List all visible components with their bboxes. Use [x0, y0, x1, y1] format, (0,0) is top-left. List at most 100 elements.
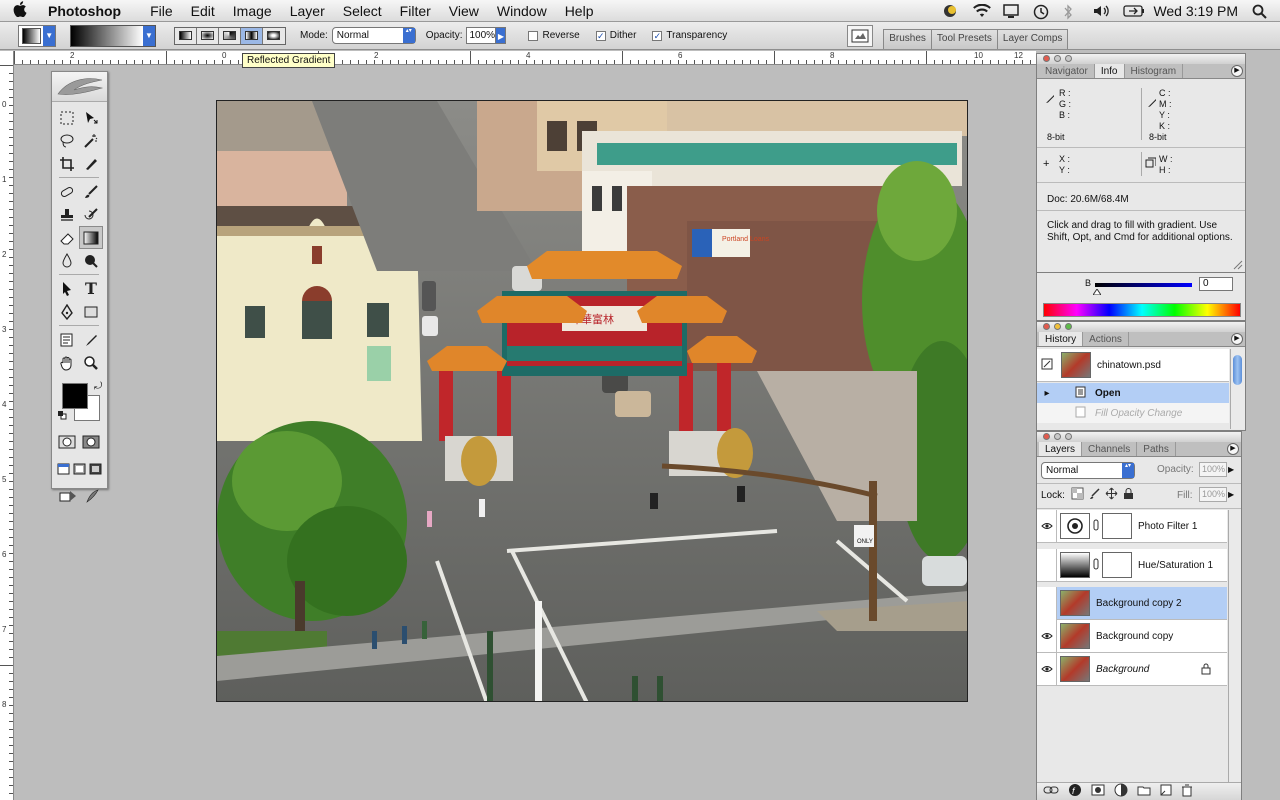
slider-arrow-icon[interactable]: ▶ — [1228, 462, 1234, 477]
reverse-checkbox[interactable]: Reverse — [528, 30, 580, 41]
tab-layer-comps[interactable]: Layer Comps — [996, 29, 1069, 49]
radial-gradient-button[interactable] — [197, 27, 219, 44]
lasso-tool-icon[interactable] — [55, 129, 79, 152]
brush-tool-icon[interactable] — [79, 180, 103, 203]
fill-field[interactable]: 100% — [1199, 487, 1227, 502]
tab-info[interactable]: Info — [1094, 64, 1125, 78]
notes-tool-icon[interactable] — [55, 328, 79, 351]
default-colors-icon[interactable] — [58, 411, 67, 420]
time-machine-icon[interactable] — [1033, 4, 1049, 20]
channel-value-field[interactable]: 0 — [1199, 277, 1233, 291]
minimize-icon[interactable] — [1054, 55, 1061, 62]
eye-icon[interactable] — [1037, 652, 1057, 686]
move-tool-icon[interactable] — [79, 106, 103, 129]
path-selection-tool-icon[interactable] — [55, 277, 79, 300]
layer-row[interactable]: Background copy 2 — [1037, 586, 1227, 620]
menu-edit[interactable]: Edit — [182, 3, 224, 19]
dodge-tool-icon[interactable] — [79, 249, 103, 272]
history-snapshot[interactable]: chinatown.psd — [1037, 349, 1229, 382]
crop-tool-icon[interactable] — [55, 152, 79, 175]
close-icon[interactable] — [1043, 55, 1050, 62]
gradient-tool-icon[interactable] — [79, 226, 103, 249]
zoom-icon[interactable] — [1065, 55, 1072, 62]
menu-help[interactable]: Help — [556, 3, 603, 19]
minimize-icon[interactable] — [1054, 323, 1061, 330]
feather-button-icon[interactable] — [82, 484, 101, 507]
lock-position-icon[interactable] — [1105, 487, 1118, 503]
menu-filter[interactable]: Filter — [391, 3, 440, 19]
menu-layer[interactable]: Layer — [281, 3, 334, 19]
full-screen-menu-mode-icon[interactable] — [72, 457, 86, 480]
tab-histogram[interactable]: Histogram — [1125, 64, 1184, 78]
palette-well-toggle[interactable] — [847, 24, 874, 47]
history-brush-tool-icon[interactable] — [79, 203, 103, 226]
standard-mode-icon[interactable] — [55, 430, 79, 453]
volume-icon[interactable] — [1093, 4, 1110, 18]
tab-navigator[interactable]: Navigator — [1039, 64, 1095, 78]
standard-screen-mode-icon[interactable] — [56, 457, 70, 480]
menubar-clock[interactable]: Wed 3:19 PM — [1153, 3, 1238, 19]
swap-colors-icon[interactable]: ⤾ — [94, 381, 102, 392]
minimize-icon[interactable] — [1054, 433, 1061, 440]
chain-link-icon[interactable] — [1093, 519, 1099, 534]
document-canvas[interactable]: Portland Loans 埠華富林 ONLY — [216, 100, 968, 702]
slider-thumb-icon[interactable] — [1092, 287, 1102, 298]
chain-link-icon[interactable] — [1093, 558, 1099, 573]
tab-channels[interactable]: Channels — [1082, 442, 1138, 456]
resize-grip-icon[interactable] — [1233, 260, 1243, 270]
healing-brush-tool-icon[interactable] — [55, 180, 79, 203]
marquee-tool-icon[interactable] — [55, 106, 79, 129]
channel-slider-track[interactable] — [1095, 283, 1192, 287]
menu-image[interactable]: Image — [224, 3, 281, 19]
slice-tool-icon[interactable] — [79, 152, 103, 175]
toolbox-header[interactable] — [52, 72, 107, 102]
menu-window[interactable]: Window — [488, 3, 556, 19]
angle-gradient-button[interactable] — [219, 27, 241, 44]
close-icon[interactable] — [1043, 433, 1050, 440]
lock-image-icon[interactable] — [1088, 487, 1101, 503]
apple-menu-icon[interactable] — [0, 0, 40, 21]
eyedropper-tool-icon[interactable] — [79, 328, 103, 351]
layer-row[interactable]: Hue/Saturation 1 — [1037, 548, 1227, 582]
menu-view[interactable]: View — [440, 3, 488, 19]
opacity-field[interactable]: 100% — [466, 27, 497, 44]
palette-menu-icon[interactable]: ▶ — [1227, 443, 1239, 455]
battery-icon[interactable] — [1123, 4, 1145, 18]
tab-history[interactable]: History — [1039, 332, 1084, 346]
menu-select[interactable]: Select — [334, 3, 391, 19]
eye-toggle-empty[interactable] — [1037, 548, 1057, 582]
diamond-gradient-button[interactable] — [263, 27, 285, 44]
palette-titlebar[interactable] — [1037, 432, 1241, 442]
vertical-ruler[interactable]: 0 1 2 3 4 5 6 7 8 — [0, 51, 14, 800]
color-ramp[interactable] — [1043, 303, 1241, 317]
dither-checkbox[interactable]: ✓ Dither — [595, 30, 636, 41]
app-menu[interactable]: Photoshop — [40, 3, 129, 19]
history-state-fill-opacity[interactable]: Fill Opacity Change — [1037, 403, 1229, 423]
layer-opacity-field[interactable]: 100% — [1199, 462, 1227, 477]
history-scrollbar[interactable] — [1230, 349, 1245, 429]
lock-all-icon[interactable] — [1122, 487, 1135, 503]
tab-paths[interactable]: Paths — [1137, 442, 1176, 456]
layer-mask-thumbnail[interactable] — [1102, 552, 1132, 578]
layer-row[interactable]: Background — [1037, 652, 1227, 686]
reflected-gradient-button[interactable] — [241, 27, 263, 44]
tab-brushes[interactable]: Brushes — [883, 29, 932, 49]
quick-mask-mode-icon[interactable] — [79, 430, 103, 453]
zoom-icon[interactable] — [1065, 323, 1072, 330]
zoom-tool-icon[interactable] — [79, 351, 103, 374]
trash-icon[interactable] — [1181, 784, 1193, 800]
magic-wand-tool-icon[interactable] — [79, 129, 103, 152]
gradient-picker[interactable]: ▼ — [70, 24, 156, 47]
transparency-checkbox[interactable]: ✓ Transparency — [652, 30, 727, 41]
layer-mask-thumbnail[interactable] — [1102, 513, 1132, 539]
opacity-slider-arrow[interactable]: ▶ — [496, 27, 507, 44]
layers-scrollbar[interactable] — [1228, 510, 1241, 782]
horizontal-ruler[interactable]: 2 0 2 4 6 8 10 12 — [14, 51, 1036, 65]
layer-row[interactable]: Background copy — [1037, 619, 1227, 653]
spotlight-search-icon[interactable] — [1252, 4, 1268, 19]
eraser-tool-icon[interactable] — [55, 226, 79, 249]
pen-tool-icon[interactable] — [55, 300, 79, 323]
zoom-icon[interactable] — [1065, 433, 1072, 440]
history-state-open[interactable]: ▸ Open — [1037, 383, 1229, 403]
new-adjustment-layer-icon[interactable] — [1114, 783, 1128, 800]
